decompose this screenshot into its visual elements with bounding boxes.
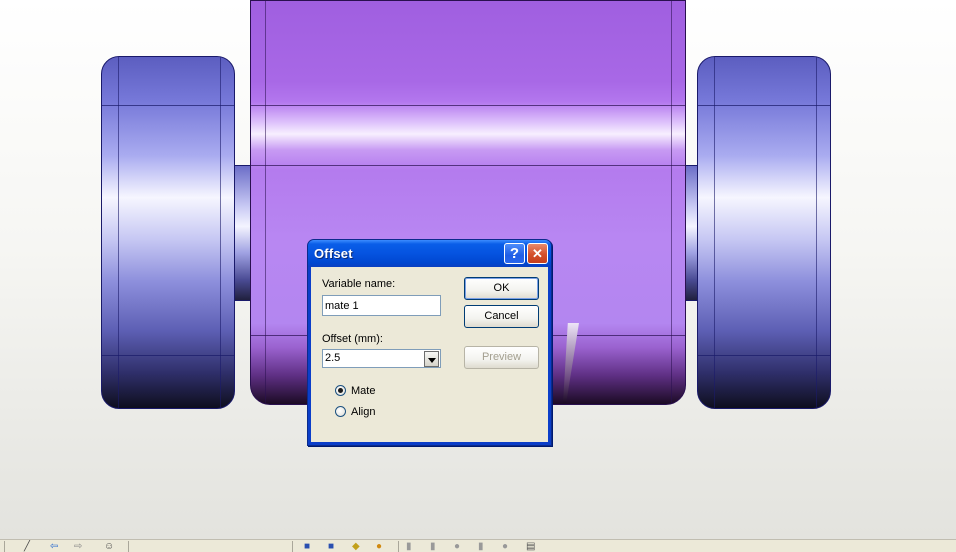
offset-value: 2.5 xyxy=(325,352,341,364)
align-radio-label[interactable]: Align xyxy=(351,406,375,418)
dialog-title: Offset xyxy=(314,246,353,261)
offset-label: Offset (mm): xyxy=(322,333,383,345)
offset-dialog: Offset ? ✕ Variable name: Offset (mm): 2… xyxy=(307,239,552,446)
dialog-client: Variable name: Offset (mm): 2.5 Mate Ali… xyxy=(311,267,548,442)
dialog-titlebar[interactable]: Offset ? ✕ xyxy=(308,240,551,267)
right-wheel xyxy=(697,56,831,409)
chevron-down-icon[interactable] xyxy=(424,351,439,367)
question-mark-icon: ? xyxy=(509,245,520,262)
bottom-toolbar: ╱ ⇦ ⇨ ☺ ■ ■ ◆ ● ▮ ▮ ● ▮ ● ▤ xyxy=(0,539,956,552)
align-radio[interactable] xyxy=(335,406,346,417)
variable-name-input[interactable] xyxy=(322,295,441,316)
close-icon: ✕ xyxy=(532,246,543,261)
mate-radio[interactable] xyxy=(335,385,346,396)
left-wheel xyxy=(101,56,235,409)
offset-combobox[interactable]: 2.5 xyxy=(322,349,441,368)
ok-button[interactable]: OK xyxy=(464,277,539,300)
close-button[interactable]: ✕ xyxy=(527,243,548,264)
cancel-button[interactable]: Cancel xyxy=(464,305,539,328)
mate-radio-label[interactable]: Mate xyxy=(351,385,375,397)
variable-name-label: Variable name: xyxy=(322,278,396,290)
preview-button[interactable]: Preview xyxy=(464,346,539,369)
help-button[interactable]: ? xyxy=(504,243,525,264)
